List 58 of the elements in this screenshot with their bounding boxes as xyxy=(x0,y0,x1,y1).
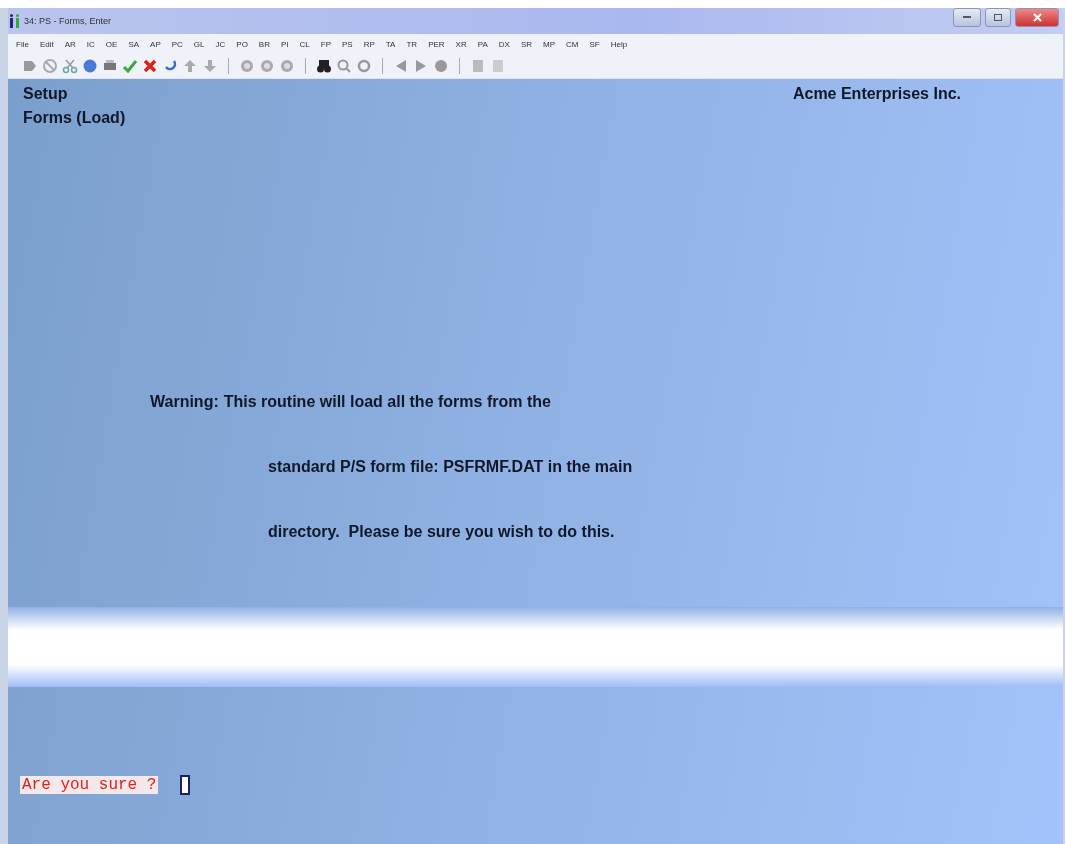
screen-title: Forms (Load) xyxy=(23,109,126,127)
menu-item[interactable]: PI xyxy=(281,39,289,49)
maximize-button[interactable] xyxy=(985,7,1011,27)
warning-text: This routine will load all the forms from the xyxy=(223,393,551,411)
menu-item[interactable]: RP xyxy=(363,39,375,49)
close-icon xyxy=(1032,12,1042,22)
minimize-button[interactable] xyxy=(953,7,981,27)
menu-item[interactable]: BR xyxy=(258,39,270,49)
window-title: 34: PS - Forms, Enter xyxy=(24,16,112,26)
company-name: Acme Enterprises Inc. xyxy=(792,85,961,103)
warning-text: directory. Please be sure you wish to do this. xyxy=(268,523,615,541)
warning-text: standard P/S form file: PSFRMF.DAT in the main xyxy=(268,458,633,476)
down-arrow-icon[interactable] xyxy=(202,58,218,74)
menu-item[interactable]: SA xyxy=(128,39,140,49)
menu-item[interactable]: SR xyxy=(520,39,533,49)
circle-icon[interactable] xyxy=(279,58,295,74)
menu-item[interactable]: PA xyxy=(477,39,488,49)
prompt-label: Are you sure ? xyxy=(20,776,159,794)
menu-item[interactable]: PC xyxy=(171,39,183,49)
menu-item[interactable]: FP xyxy=(320,39,331,49)
answer-field[interactable] xyxy=(180,775,191,795)
menu-item[interactable]: CM xyxy=(566,39,579,49)
menu-item[interactable]: MP xyxy=(543,39,556,49)
menu-item[interactable]: SF xyxy=(589,39,600,49)
menu-item[interactable]: AP xyxy=(150,39,161,49)
menu-item[interactable]: GL xyxy=(193,39,205,49)
menu-item[interactable]: PER xyxy=(428,39,445,49)
menu-item[interactable]: Edit xyxy=(39,39,54,49)
menu-item[interactable]: TA xyxy=(385,39,396,49)
menu-item[interactable]: IC xyxy=(86,39,95,49)
menu-item[interactable]: File xyxy=(16,39,29,49)
menu-item[interactable]: Help xyxy=(610,39,628,49)
scissors-icon[interactable] xyxy=(62,58,78,74)
tag-icon[interactable] xyxy=(22,58,38,74)
document-icon[interactable] xyxy=(470,58,486,74)
circle-icon[interactable] xyxy=(259,58,275,74)
close-button[interactable] xyxy=(1015,7,1059,27)
menu-item[interactable]: CL xyxy=(299,39,310,49)
prohibited-icon[interactable] xyxy=(42,58,58,74)
menu-item[interactable]: AR xyxy=(64,39,76,49)
menu-item[interactable]: PS xyxy=(342,39,353,49)
menu-item[interactable]: JC xyxy=(215,39,226,49)
binoculars-icon[interactable] xyxy=(316,58,332,74)
menu-item[interactable]: DX xyxy=(498,39,510,49)
menu-item[interactable]: PO xyxy=(236,39,248,49)
up-arrow-icon[interactable] xyxy=(182,58,198,74)
menu-item[interactable]: TR xyxy=(406,39,418,49)
stop-icon[interactable] xyxy=(433,58,449,74)
module-title: Setup xyxy=(23,85,68,103)
app-icon xyxy=(10,14,20,28)
menu-item[interactable]: XR xyxy=(455,39,467,49)
circle-icon[interactable] xyxy=(239,58,255,74)
close-icon[interactable] xyxy=(142,58,158,74)
warning-label: Warning: xyxy=(150,393,219,411)
maximize-icon xyxy=(994,13,1002,21)
minimize-icon xyxy=(963,15,971,19)
menu-item[interactable]: OE xyxy=(105,39,118,49)
check-icon[interactable] xyxy=(122,58,138,74)
